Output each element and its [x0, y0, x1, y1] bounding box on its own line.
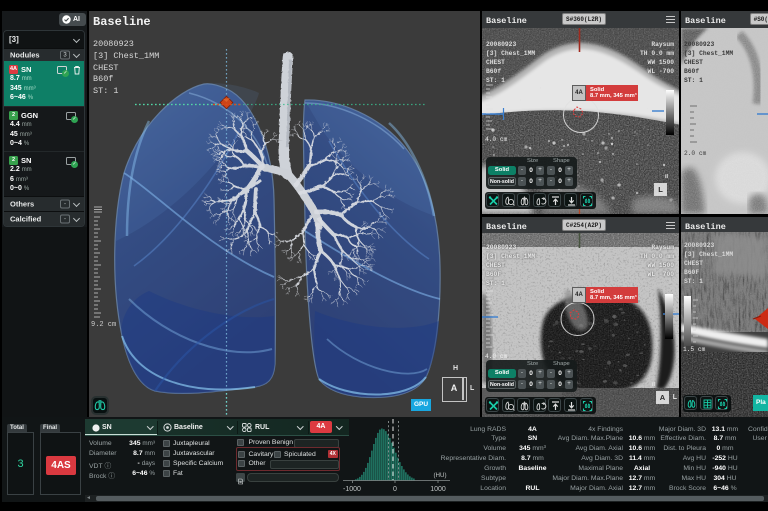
svg-text:9.2 cm: 9.2 cm: [91, 321, 116, 329]
svg-text:-1000: -1000: [343, 486, 361, 493]
svg-text:2.0 cm: 2.0 cm: [684, 150, 707, 157]
svg-text:4.0 cm: 4.0 cm: [485, 353, 508, 360]
svg-text:4.0 cm: 4.0 cm: [485, 136, 508, 143]
svg-text:1.5 cm: 1.5 cm: [683, 346, 706, 353]
